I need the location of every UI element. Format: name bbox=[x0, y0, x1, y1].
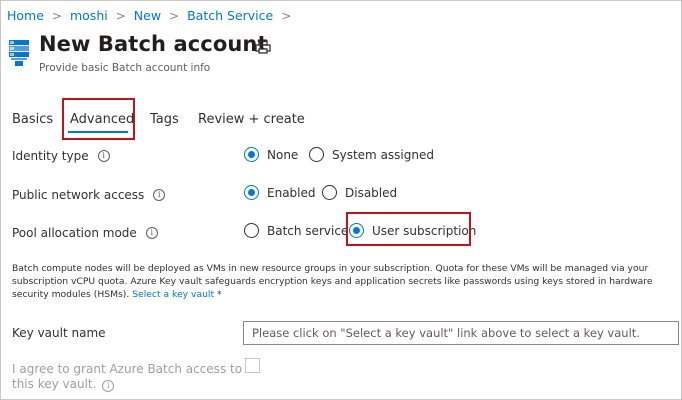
identity-system-assigned-radio[interactable]: System assigned bbox=[309, 147, 434, 162]
tab-review-create[interactable]: Review + create bbox=[198, 112, 305, 127]
public-network-access-label-text: Public network access bbox=[12, 188, 145, 202]
key-vault-name-input[interactable]: Please click on "Select a key vault" lin… bbox=[243, 321, 679, 345]
radio-button[interactable] bbox=[244, 223, 259, 238]
key-vault-name-label: Key vault name bbox=[12, 326, 106, 340]
radio-button[interactable] bbox=[309, 147, 324, 162]
tab-tags[interactable]: Tags bbox=[150, 112, 179, 127]
breadcrumb-separator: > bbox=[51, 8, 62, 23]
agree-label: I agree to grant Azure Batch access to t… bbox=[12, 362, 247, 392]
pool-batch-service-label: Batch service bbox=[267, 223, 349, 238]
breadcrumb-home[interactable]: Home bbox=[7, 8, 44, 23]
identity-none-radio[interactable]: None bbox=[244, 147, 298, 162]
breadcrumb-separator: > bbox=[169, 8, 180, 23]
batch-service-icon bbox=[9, 40, 29, 66]
identity-type-label-text: Identity type bbox=[12, 149, 89, 163]
radio-button-checked[interactable] bbox=[244, 185, 259, 200]
description-body: Batch compute nodes will be deployed as … bbox=[12, 263, 653, 300]
identity-type-label: Identity type i bbox=[12, 149, 110, 163]
select-key-vault-link[interactable]: Select a key vault bbox=[132, 289, 214, 300]
radio-button[interactable] bbox=[322, 185, 337, 200]
network-disabled-radio[interactable]: Disabled bbox=[322, 185, 397, 200]
network-disabled-label: Disabled bbox=[345, 185, 398, 200]
pool-allocation-mode-label-text: Pool allocation mode bbox=[12, 226, 137, 240]
breadcrumb-separator: > bbox=[115, 8, 126, 23]
identity-system-assigned-label: System assigned bbox=[332, 147, 434, 162]
radio-button-checked[interactable] bbox=[244, 147, 259, 162]
network-enabled-label: Enabled bbox=[267, 185, 316, 200]
print-icon[interactable] bbox=[255, 40, 271, 54]
tab-basics[interactable]: Basics bbox=[12, 112, 53, 127]
info-icon[interactable]: i bbox=[97, 150, 110, 162]
info-icon[interactable]: i bbox=[145, 227, 158, 239]
key-vault-name-label-text: Key vault name bbox=[12, 326, 106, 340]
breadcrumb-new[interactable]: New bbox=[134, 8, 161, 23]
breadcrumb-moshi[interactable]: moshi bbox=[70, 8, 108, 23]
advanced-tab-highlight bbox=[62, 98, 135, 140]
breadcrumb-batch-service[interactable]: Batch Service bbox=[187, 8, 273, 23]
user-subscription-highlight bbox=[346, 212, 471, 246]
page: Home > moshi > New > Batch Service > New… bbox=[0, 0, 682, 400]
public-network-access-label: Public network access i bbox=[12, 188, 166, 202]
identity-none-label: None bbox=[267, 147, 299, 162]
page-subtitle: Provide basic Batch account info bbox=[39, 62, 211, 74]
info-icon[interactable]: i bbox=[153, 189, 166, 201]
agree-label-text: I agree to grant Azure Batch access to t… bbox=[12, 362, 243, 391]
breadcrumb: Home > moshi > New > Batch Service > bbox=[7, 8, 299, 23]
page-title: New Batch account bbox=[39, 32, 268, 56]
breadcrumb-separator: > bbox=[281, 8, 292, 23]
pool-batch-service-radio[interactable]: Batch service bbox=[244, 223, 348, 238]
required-marker: * bbox=[217, 289, 222, 300]
info-icon[interactable]: i bbox=[102, 380, 115, 392]
network-enabled-radio[interactable]: Enabled bbox=[244, 185, 316, 200]
pool-allocation-mode-label: Pool allocation mode i bbox=[12, 226, 158, 240]
description-text: Batch compute nodes will be deployed as … bbox=[12, 262, 672, 301]
agree-checkbox[interactable] bbox=[245, 358, 260, 373]
